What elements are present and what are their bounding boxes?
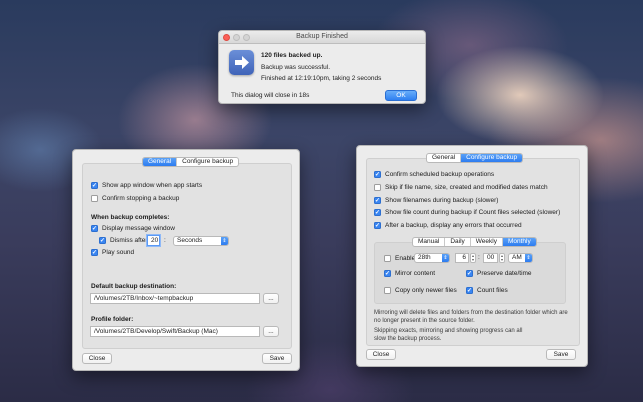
display-message-checkbox[interactable] bbox=[91, 225, 98, 232]
profile-heading: Profile folder: bbox=[91, 316, 134, 323]
tab-daily[interactable]: Daily bbox=[445, 238, 471, 246]
option-label: Show file count during backup if Count f… bbox=[385, 209, 561, 216]
hour-field[interactable]: 6 bbox=[455, 253, 469, 263]
copy-newer-label: Copy only newer files bbox=[395, 287, 457, 294]
general-save-button[interactable]: Save bbox=[262, 353, 292, 364]
dismiss-option[interactable]: Dismiss after bbox=[99, 237, 148, 244]
dialog-titlebar: Backup Finished bbox=[219, 31, 425, 44]
mirror-checkbox[interactable] bbox=[384, 270, 391, 277]
dialog-line-1: Backup was successful. bbox=[261, 64, 331, 71]
dismiss-label: Dismiss after bbox=[110, 237, 148, 244]
mirroring-note: Mirroring will delete files and folders … bbox=[374, 310, 568, 324]
dialog-title: Backup Finished bbox=[296, 33, 348, 40]
tab-general[interactable]: General bbox=[143, 158, 178, 166]
option-checkbox[interactable] bbox=[374, 197, 381, 204]
tab-general[interactable]: General bbox=[427, 154, 462, 162]
chevron-updown-icon: ⇕ bbox=[221, 237, 228, 245]
copy-newer-option[interactable]: Copy only newer files bbox=[384, 287, 457, 294]
count-files-checkbox[interactable] bbox=[466, 287, 473, 294]
general-close-button[interactable]: Close bbox=[82, 353, 112, 364]
show-window-checkbox[interactable] bbox=[91, 182, 98, 189]
ok-button[interactable]: OK bbox=[385, 90, 417, 101]
option-checkbox[interactable] bbox=[374, 184, 381, 191]
option-checkbox[interactable] bbox=[374, 171, 381, 178]
configure-backup-window: General Configure backup Confirm schedul… bbox=[356, 145, 588, 367]
preserve-option[interactable]: Preserve date/time bbox=[466, 270, 532, 277]
hour-stepper[interactable]: ▴ ▾ bbox=[470, 253, 476, 263]
completes-heading: When backup completes: bbox=[91, 214, 170, 221]
ampm-value: AM bbox=[512, 254, 522, 261]
option-row[interactable]: After a backup, display any errors that … bbox=[374, 222, 522, 229]
profile-field[interactable]: /Volumes/2TB/Develop/Swift/Backup (Mac) bbox=[90, 326, 260, 337]
dialog-heading: 120 files backed up. bbox=[261, 52, 323, 59]
tab-manual[interactable]: Manual bbox=[413, 238, 446, 246]
option-row[interactable]: Show filenames during backup (slower) bbox=[374, 197, 498, 204]
backup-finished-dialog: Backup Finished 120 files backed up. Bac… bbox=[218, 30, 426, 104]
option-label: After a backup, display any errors that … bbox=[385, 222, 522, 229]
play-sound-option[interactable]: Play sound bbox=[91, 249, 134, 256]
option-row[interactable]: Skip if file name, size, created and mod… bbox=[374, 184, 548, 191]
configure-close-button[interactable]: Close bbox=[366, 349, 396, 360]
option-label: Confirm scheduled backup operations bbox=[385, 171, 495, 178]
tab-weekly[interactable]: Weekly bbox=[471, 238, 503, 246]
tab-monthly[interactable]: Monthly bbox=[502, 238, 536, 246]
dismiss-unit-value: Seconds bbox=[177, 237, 203, 244]
profile-browse-button[interactable]: ... bbox=[263, 326, 279, 337]
count-files-option[interactable]: Count files bbox=[466, 287, 508, 294]
destination-heading: Default backup destination: bbox=[91, 283, 177, 290]
play-sound-checkbox[interactable] bbox=[91, 249, 98, 256]
destination-field[interactable]: /Volumes/2TB/Inbox/~tempbackup bbox=[90, 293, 260, 304]
arrow-right-icon bbox=[235, 56, 249, 69]
enable-option[interactable]: Enable bbox=[384, 255, 415, 262]
day-value: 28th bbox=[418, 254, 431, 261]
minute-field[interactable]: 00 bbox=[483, 253, 498, 263]
ampm-popup[interactable]: AM ⇕ bbox=[508, 253, 533, 263]
enable-label: Enable bbox=[395, 255, 416, 262]
confirm-stop-label: Confirm stopping a backup bbox=[102, 195, 180, 202]
general-preferences-window: General Configure backup Show app window… bbox=[72, 149, 300, 371]
play-sound-label: Play sound bbox=[102, 249, 135, 256]
chevron-updown-icon: ⇕ bbox=[525, 254, 532, 262]
option-row[interactable]: Confirm scheduled backup operations bbox=[374, 171, 494, 178]
tab-configure-backup[interactable]: Configure backup bbox=[177, 158, 238, 166]
mirror-label: Mirror content bbox=[395, 270, 436, 277]
copy-newer-checkbox[interactable] bbox=[384, 287, 391, 294]
mirror-option[interactable]: Mirror content bbox=[384, 270, 435, 277]
dismiss-colon: : bbox=[164, 237, 166, 244]
chevron-updown-icon: ⇕ bbox=[442, 254, 449, 262]
option-label: Skip if file name, size, created and mod… bbox=[385, 184, 548, 191]
display-message-option[interactable]: Display message window bbox=[91, 225, 175, 232]
schedule-tab-bar: Manual Daily Weekly Monthly bbox=[412, 237, 537, 247]
configure-save-button[interactable]: Save bbox=[546, 349, 576, 360]
dismiss-unit-popup[interactable]: Seconds ⇕ bbox=[173, 236, 229, 246]
configure-tab-bar: General Configure backup bbox=[426, 153, 524, 163]
slowdown-note: Skipping exacts, mirroring and showing p… bbox=[374, 328, 523, 342]
destination-browse-button[interactable]: ... bbox=[263, 293, 279, 304]
show-window-label: Show app window when app starts bbox=[102, 182, 203, 189]
preserve-checkbox[interactable] bbox=[466, 270, 473, 277]
dialog-line-2: Finished at 12:19:10pm, taking 2 seconds bbox=[261, 75, 382, 82]
time-colon: : bbox=[478, 254, 480, 261]
option-row[interactable]: Show file count during backup if Count f… bbox=[374, 209, 560, 216]
option-label: Show filenames during backup (slower) bbox=[385, 197, 499, 204]
option-checkbox[interactable] bbox=[374, 222, 381, 229]
enable-checkbox[interactable] bbox=[384, 255, 391, 262]
display-message-label: Display message window bbox=[102, 225, 175, 232]
confirm-stop-checkbox[interactable] bbox=[91, 195, 98, 202]
tab-configure-backup[interactable]: Configure backup bbox=[461, 154, 523, 162]
dismiss-checkbox[interactable] bbox=[99, 237, 106, 244]
day-popup[interactable]: 28th ⇕ bbox=[414, 253, 450, 263]
dialog-countdown: This dialog will close in 18s bbox=[231, 92, 310, 99]
general-tab-bar: General Configure backup bbox=[142, 157, 240, 167]
backup-app-icon bbox=[229, 50, 254, 75]
minute-stepper[interactable]: ▴ ▾ bbox=[499, 253, 505, 263]
count-files-label: Count files bbox=[477, 287, 508, 294]
option-checkbox[interactable] bbox=[374, 209, 381, 216]
dismiss-seconds-field[interactable]: 20 bbox=[147, 235, 160, 246]
show-window-option[interactable]: Show app window when app starts bbox=[91, 182, 202, 189]
preserve-label: Preserve date/time bbox=[477, 270, 532, 277]
confirm-stop-option[interactable]: Confirm stopping a backup bbox=[91, 195, 179, 202]
